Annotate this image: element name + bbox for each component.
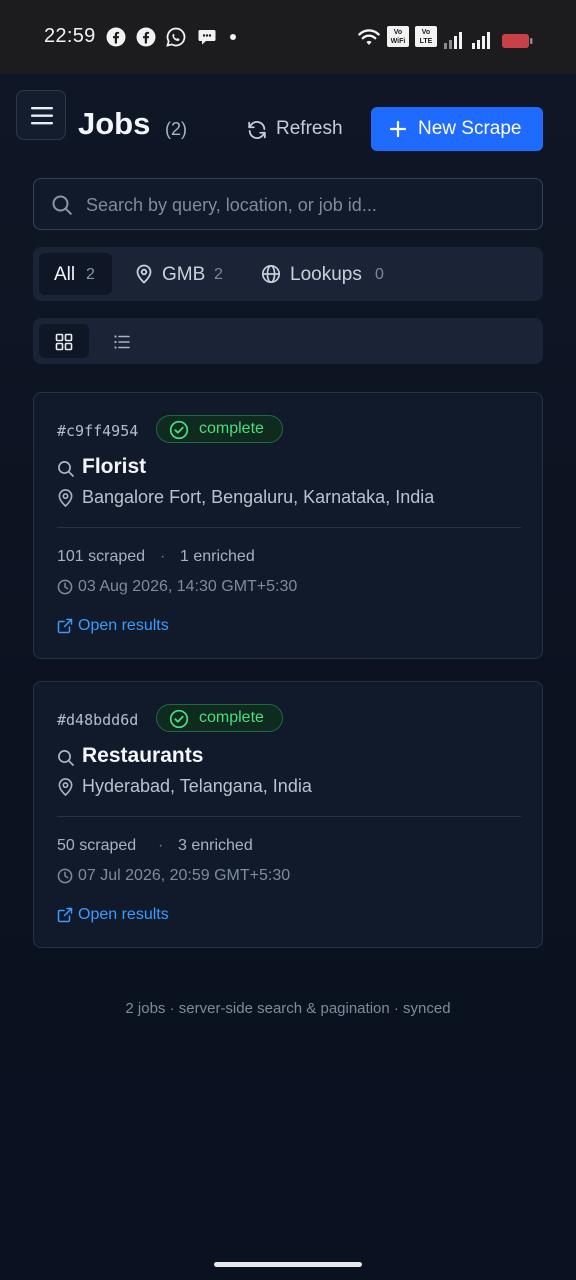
facebook-icon — [136, 27, 156, 47]
whatsapp-icon — [166, 27, 186, 47]
chat-bubble-icon — [198, 30, 216, 45]
new-scrape-label: New Scrape — [418, 118, 522, 139]
divider — [57, 527, 521, 528]
scraped-count: 50 scraped — [57, 837, 137, 854]
plus-icon — [389, 120, 407, 138]
signal-icon — [444, 32, 462, 49]
filter-tabs: All 2 GMB 2 Lookups 0 — [33, 247, 543, 301]
clock-icon — [57, 868, 73, 884]
view-toggle — [33, 318, 543, 364]
external-link-icon — [57, 618, 73, 634]
scraped-count: 101 scraped — [57, 548, 146, 565]
status-badge: complete — [156, 704, 283, 732]
menu-button[interactable] — [16, 90, 66, 140]
job-stats: 101 scraped · 1 enriched — [57, 548, 255, 565]
jobs-count: (2) — [165, 119, 187, 139]
refresh-icon — [248, 121, 266, 139]
search-icon — [58, 750, 74, 766]
external-link-icon — [57, 907, 73, 923]
refresh-label: Refresh — [276, 118, 343, 139]
vowifi-icon: Vo WiFi — [387, 26, 409, 47]
divider — [57, 816, 521, 817]
map-pin-icon — [136, 264, 152, 284]
check-circle-icon — [169, 709, 189, 729]
home-indicator[interactable] — [214, 1262, 362, 1267]
jobs-page: Jobs (2) Refresh New Scrape All 2 — [0, 74, 576, 1280]
search-icon — [58, 461, 74, 477]
page-title: Jobs — [78, 106, 151, 141]
map-pin-icon — [58, 489, 73, 508]
dot-icon — [230, 34, 236, 40]
tab-all[interactable]: All 2 — [39, 253, 112, 295]
search-box[interactable] — [33, 178, 543, 230]
check-circle-icon — [169, 420, 189, 440]
enriched-count: 3 enriched — [178, 837, 253, 854]
volte-icon: Vo LTE — [415, 26, 437, 47]
map-pin-icon — [58, 778, 73, 797]
enriched-count: 1 enriched — [180, 548, 255, 565]
new-scrape-button[interactable]: New Scrape — [371, 107, 543, 151]
list-icon — [114, 335, 130, 349]
list-view-button[interactable] — [97, 324, 147, 358]
job-id: #d48bdd6d — [57, 711, 139, 729]
job-stats: 50 scraped · 3 enriched — [57, 837, 253, 854]
grid-icon — [55, 333, 73, 351]
footer-status: 2 jobs · server-side search & pagination… — [125, 1000, 451, 1017]
battery-low-icon — [502, 34, 533, 48]
grid-view-button[interactable] — [39, 324, 89, 358]
job-id: #c9ff4954 — [57, 422, 139, 440]
status-badge: complete — [156, 415, 283, 443]
search-input[interactable] — [84, 191, 528, 219]
search-icon — [52, 195, 72, 215]
tab-gmb[interactable]: GMB 2 — [125, 253, 237, 295]
globe-icon — [261, 264, 281, 284]
status-bar: 22:59 Vo WiFi Vo LTE — [0, 0, 576, 74]
job-card[interactable]: #d48bdd6d complete Restaurants Hyderabad… — [33, 681, 543, 948]
clock-icon — [57, 579, 73, 595]
signal-icon — [472, 32, 490, 49]
tab-lookups[interactable]: Lookups 0 — [251, 253, 401, 295]
facebook-icon — [106, 27, 126, 47]
job-card[interactable]: #c9ff4954 complete Florist Bangalore For… — [33, 392, 543, 659]
status-time: 22:59 — [44, 25, 96, 47]
wifi-icon — [358, 29, 380, 45]
hamburger-icon — [31, 107, 53, 125]
